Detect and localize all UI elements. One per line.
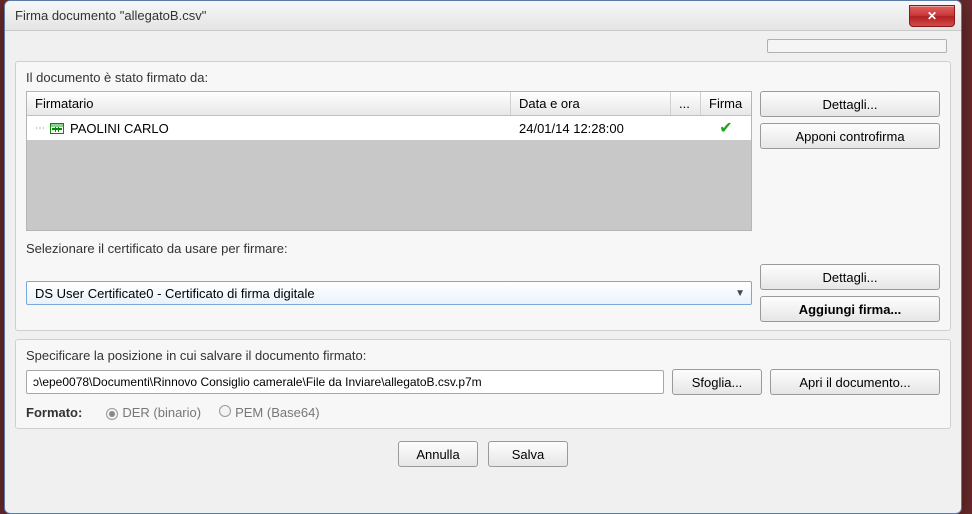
radio-pem[interactable]: PEM (Base64) [219,405,320,420]
tree-connector-icon: ⋯ [35,123,44,134]
certificate-value: DS User Certificate0 - Certificato di fi… [35,286,315,301]
col-signature[interactable]: Firma [701,92,751,115]
dialog-window: Firma documento "allegatoB.csv" ✕ Il doc… [4,0,962,514]
details-button[interactable]: Dettagli... [760,91,940,117]
col-signer[interactable]: Firmatario [27,92,511,115]
format-label: Formato: [26,405,82,420]
radio-der[interactable]: DER (binario) [106,405,201,420]
certificate-select[interactable]: DS User Certificate0 - Certificato di fi… [26,281,752,305]
col-datetime[interactable]: Data e ora [511,92,671,115]
save-heading: Specificare la posizione in cui salvare … [26,348,940,363]
signers-heading: Il documento è stato firmato da: [26,70,940,85]
save-path-input[interactable] [26,370,664,394]
save-group: Specificare la posizione in cui salvare … [15,339,951,429]
signer-name: PAOLINI CARLO [70,121,169,136]
signer-datetime: 24/01/14 12:28:00 [511,119,671,138]
close-button[interactable]: ✕ [909,5,955,27]
col-extra[interactable]: ... [671,92,701,115]
progress-bar [767,39,947,53]
cert-details-button[interactable]: Dettagli... [760,264,940,290]
spreadsheet-icon [50,123,64,134]
dialog-content: Il documento è stato firmato da: Firmata… [5,31,961,513]
save-button[interactable]: Salva [488,441,568,467]
countersign-button[interactable]: Apponi controfirma [760,123,940,149]
signers-group: Il documento è stato firmato da: Firmata… [15,61,951,331]
chevron-down-icon: ▼ [735,288,745,299]
table-row[interactable]: ⋯ PAOLINI CARLO 24/01/14 12:28:00 ✔ [27,116,751,140]
open-document-button[interactable]: Apri il documento... [770,369,940,395]
browse-button[interactable]: Sfoglia... [672,369,762,395]
cancel-button[interactable]: Annulla [398,441,478,467]
cert-heading: Selezionare il certificato da usare per … [26,241,940,256]
table-header: Firmatario Data e ora ... Firma [27,92,751,116]
radio-icon [106,408,118,420]
window-title: Firma documento "allegatoB.csv" [15,8,909,23]
signers-table[interactable]: Firmatario Data e ora ... Firma ⋯ PAOLIN… [26,91,752,231]
checkmark-icon: ✔ [719,118,732,138]
close-icon: ✕ [927,9,937,23]
radio-icon [219,405,231,417]
title-bar: Firma documento "allegatoB.csv" ✕ [5,1,961,31]
add-signature-button[interactable]: Aggiungi firma... [760,296,940,322]
